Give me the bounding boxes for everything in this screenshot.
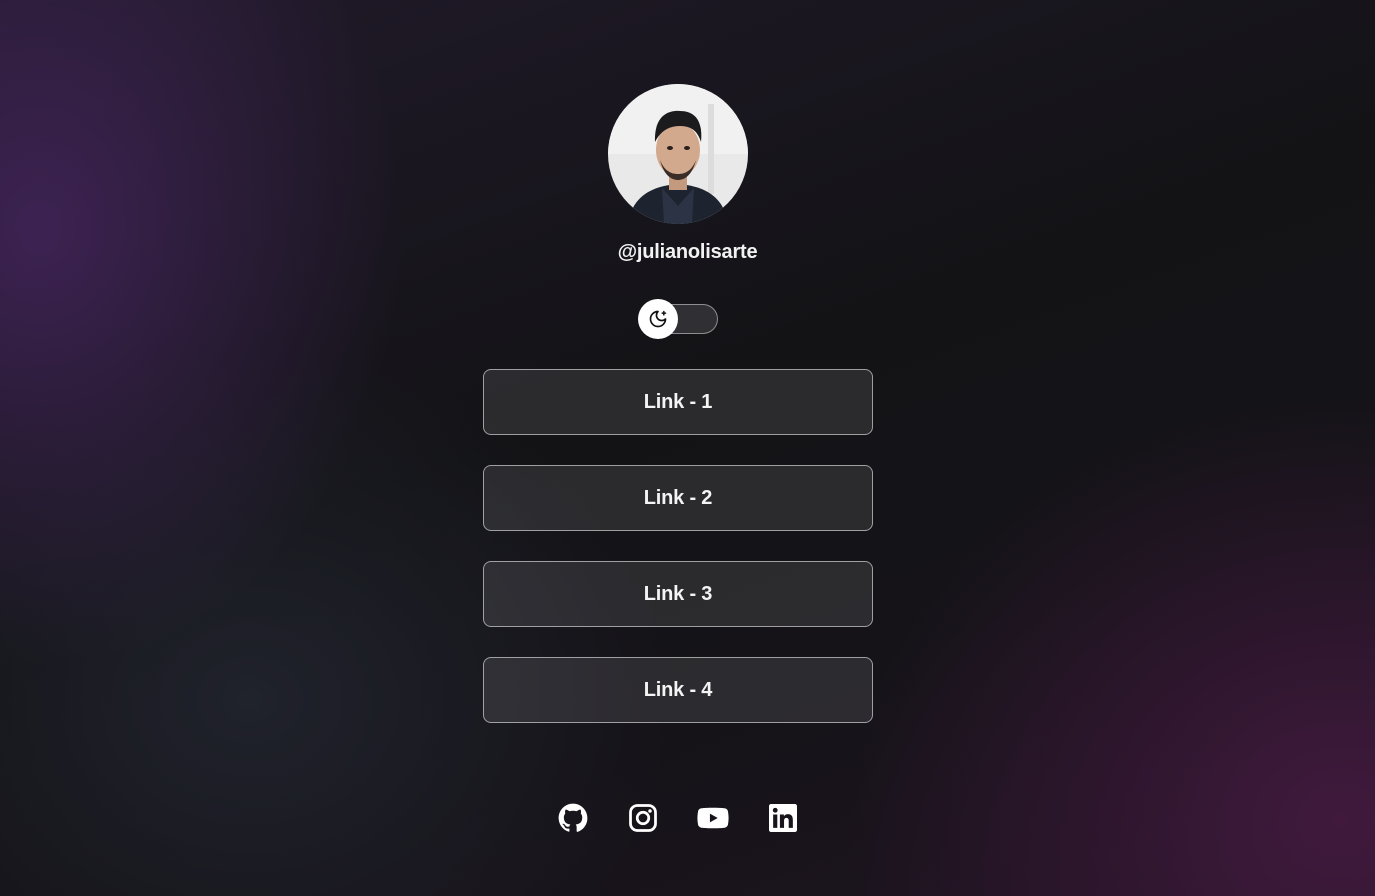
moon-stars-icon (649, 310, 667, 328)
profile-page: @julianolisarte Link - 1 Link - 2 Link -… (0, 0, 1375, 896)
theme-toggle[interactable] (638, 299, 718, 339)
instagram-icon (629, 804, 657, 832)
link-button-4[interactable]: Link - 4 (483, 657, 873, 723)
youtube-link[interactable] (693, 798, 733, 838)
username: @julianolisarte (617, 241, 758, 263)
avatar (608, 84, 748, 224)
link-button-3[interactable]: Link - 3 (483, 561, 873, 627)
github-icon (558, 803, 588, 832)
link-list: Link - 1 Link - 2 Link - 3 Link - 4 (483, 369, 873, 753)
youtube-icon (697, 807, 729, 829)
toggle-knob[interactable] (638, 299, 678, 339)
profile-photo (608, 84, 748, 224)
link-button-1[interactable]: Link - 1 (483, 369, 873, 435)
link-button-2[interactable]: Link - 2 (483, 465, 873, 531)
linkedin-icon (769, 804, 797, 832)
instagram-link[interactable] (623, 798, 663, 838)
github-link[interactable] (553, 798, 593, 838)
linkedin-link[interactable] (763, 798, 803, 838)
social-links (553, 798, 803, 838)
